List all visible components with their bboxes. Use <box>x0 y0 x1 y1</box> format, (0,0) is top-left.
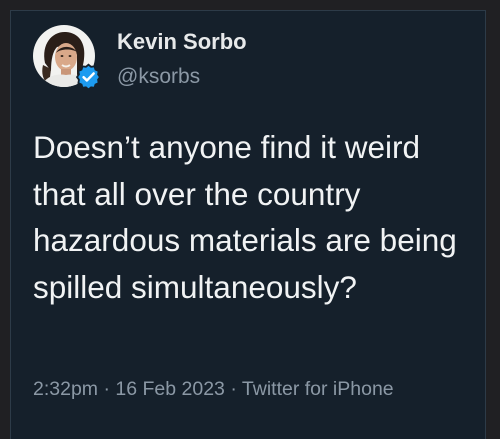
tweet-time[interactable]: 2:32pm <box>33 378 98 400</box>
metadata-separator: · <box>103 378 110 400</box>
screenshot-frame: Kevin Sorbo @ksorbs Doesn’t anyone find … <box>0 0 500 439</box>
author-handle[interactable]: @ksorbs <box>117 65 200 89</box>
author-name[interactable]: Kevin Sorbo <box>117 29 247 55</box>
tweet-source[interactable]: Twitter for iPhone <box>242 378 394 400</box>
tweet-card: Kevin Sorbo @ksorbs Doesn’t anyone find … <box>10 10 486 439</box>
metadata-separator: · <box>230 378 237 400</box>
tweet-date[interactable]: 16 Feb 2023 <box>115 378 225 400</box>
tweet-text: Doesn’t anyone find it weird that all ov… <box>33 129 457 305</box>
verified-badge-icon <box>75 63 102 90</box>
tweet-metadata: 2:32pm · 16 Feb 2023 · Twitter for iPhon… <box>33 374 478 404</box>
